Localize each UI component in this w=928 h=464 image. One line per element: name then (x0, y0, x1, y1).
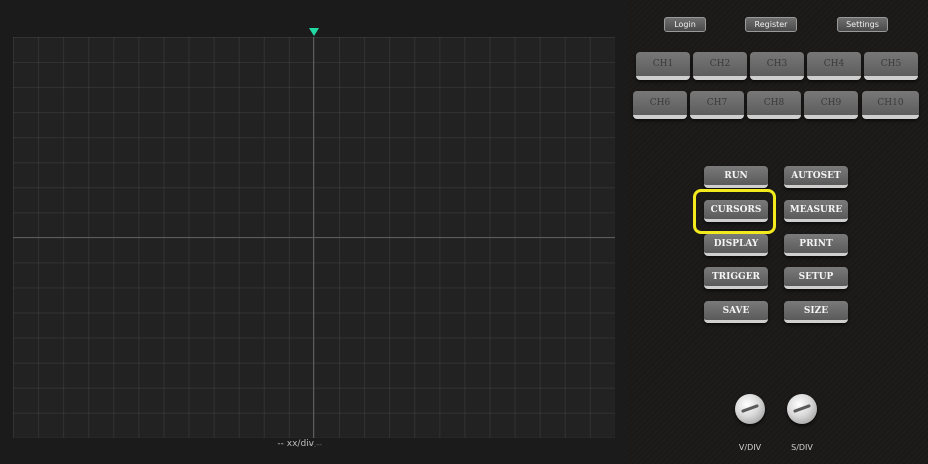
channel-button-ch6[interactable]: CH6 (633, 91, 687, 119)
scope-display-frame: --.-- -- xx/div (0, 0, 628, 464)
register-button[interactable]: Register (745, 17, 797, 32)
channel-button-ch2[interactable]: CH2 (693, 52, 747, 80)
setup-button[interactable]: SETUP (784, 267, 848, 289)
trigger-position-marker[interactable] (309, 28, 319, 36)
trigger-button[interactable]: TRIGGER (704, 267, 768, 289)
display-button[interactable]: DISPLAY (704, 234, 768, 256)
scale-readout: -- xx/div (277, 439, 314, 449)
horizontal-center-axis (13, 237, 615, 238)
autoset-button[interactable]: AUTOSET (784, 166, 848, 188)
channel-button-ch9[interactable]: CH9 (804, 91, 858, 119)
channel-button-ch10[interactable]: CH10 (862, 91, 919, 119)
channel-button-ch7[interactable]: CH7 (690, 91, 744, 119)
save-button[interactable]: SAVE (704, 301, 768, 323)
channel-button-ch8[interactable]: CH8 (747, 91, 801, 119)
settings-button[interactable]: Settings (837, 17, 888, 32)
login-button[interactable]: Login (664, 17, 706, 32)
channel-button-ch1[interactable]: CH1 (636, 52, 690, 80)
volts-per-div-knob[interactable] (735, 394, 765, 424)
channel-button-ch5[interactable]: CH5 (864, 52, 918, 80)
measure-button[interactable]: MEASURE (784, 200, 848, 222)
print-button[interactable]: PRINT (784, 234, 848, 256)
size-button[interactable]: SIZE (784, 301, 848, 323)
channel-button-ch4[interactable]: CH4 (807, 52, 861, 80)
channel-button-ch3[interactable]: CH3 (750, 52, 804, 80)
run-button[interactable]: RUN (704, 166, 768, 188)
scope-screen-grid[interactable] (13, 37, 615, 438)
seconds-per-div-knob[interactable] (787, 394, 817, 424)
cursors-highlight-ring (693, 189, 776, 234)
sdiv-label: S/DIV (791, 443, 813, 452)
vdiv-label: V/DIV (738, 443, 762, 452)
